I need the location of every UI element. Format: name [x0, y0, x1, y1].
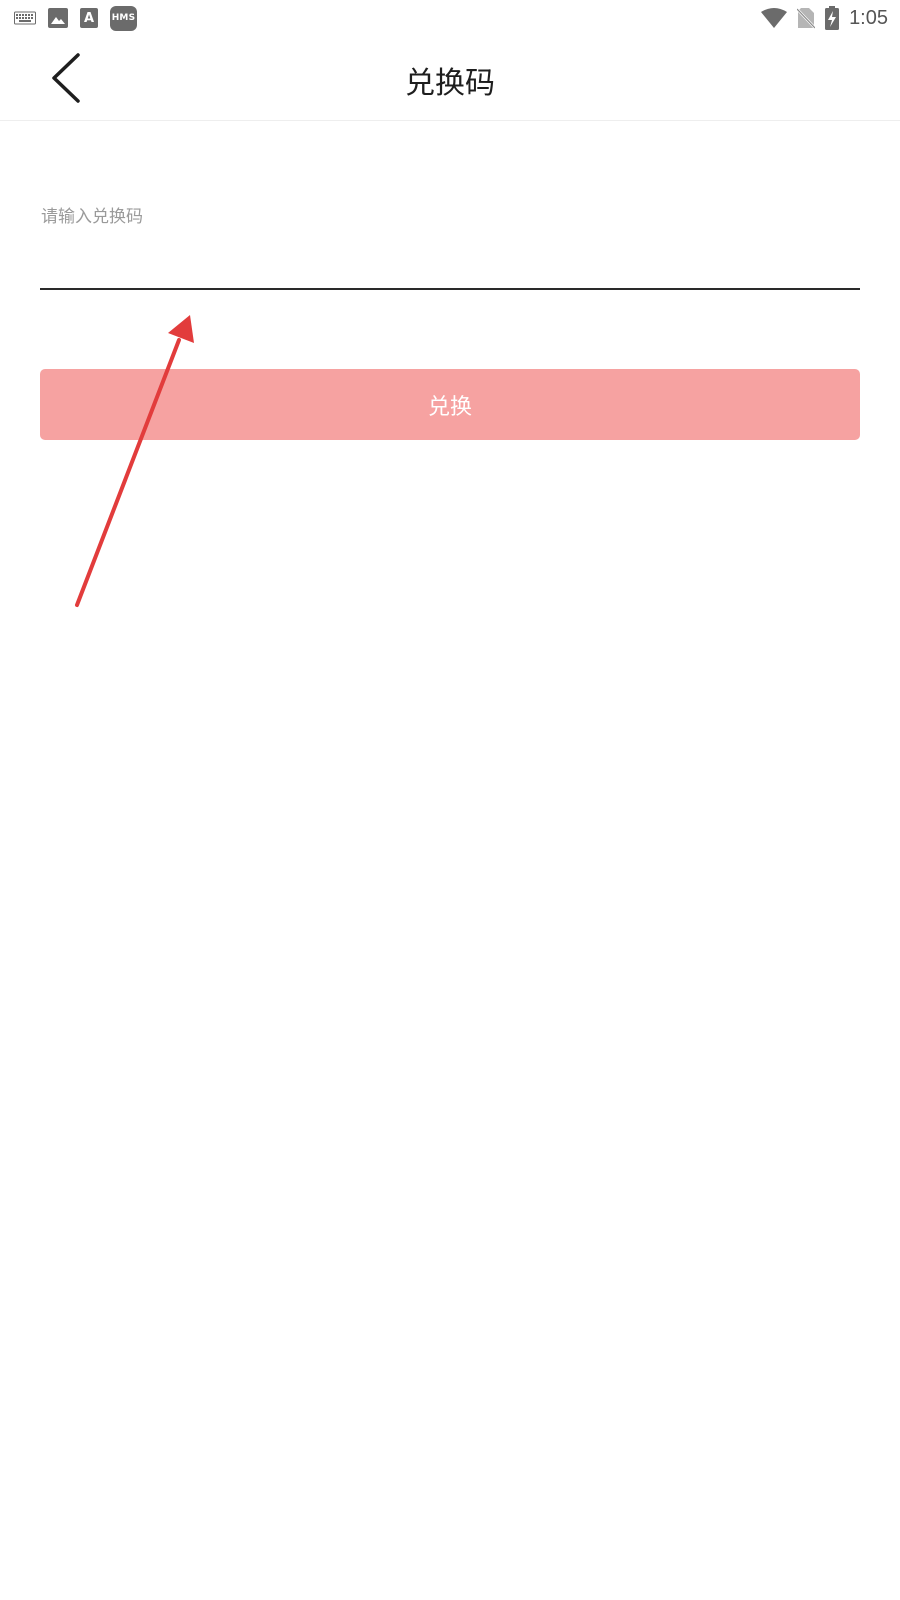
image-icon	[48, 8, 68, 28]
keyboard-icon	[14, 11, 36, 25]
annotation-arrow-head	[168, 315, 194, 343]
font-icon: A	[80, 8, 98, 28]
svg-text:A: A	[84, 11, 94, 26]
status-bar-left: A HMS	[14, 5, 137, 31]
hms-label: HMS	[111, 13, 136, 23]
page-title: 兑换码	[405, 66, 495, 101]
no-sim-icon	[797, 8, 816, 29]
wifi-icon	[761, 8, 788, 28]
status-bar-right: 1:05	[761, 5, 888, 31]
redeem-button[interactable]: 兑换	[40, 369, 860, 440]
redeem-code-input[interactable]	[40, 198, 860, 290]
battery-charging-icon	[825, 6, 840, 30]
status-bar: A HMS 1:05	[0, 0, 900, 36]
status-time: 1:05	[849, 6, 888, 29]
app-header: 兑换码	[0, 36, 900, 121]
hms-icon: HMS	[110, 5, 137, 31]
